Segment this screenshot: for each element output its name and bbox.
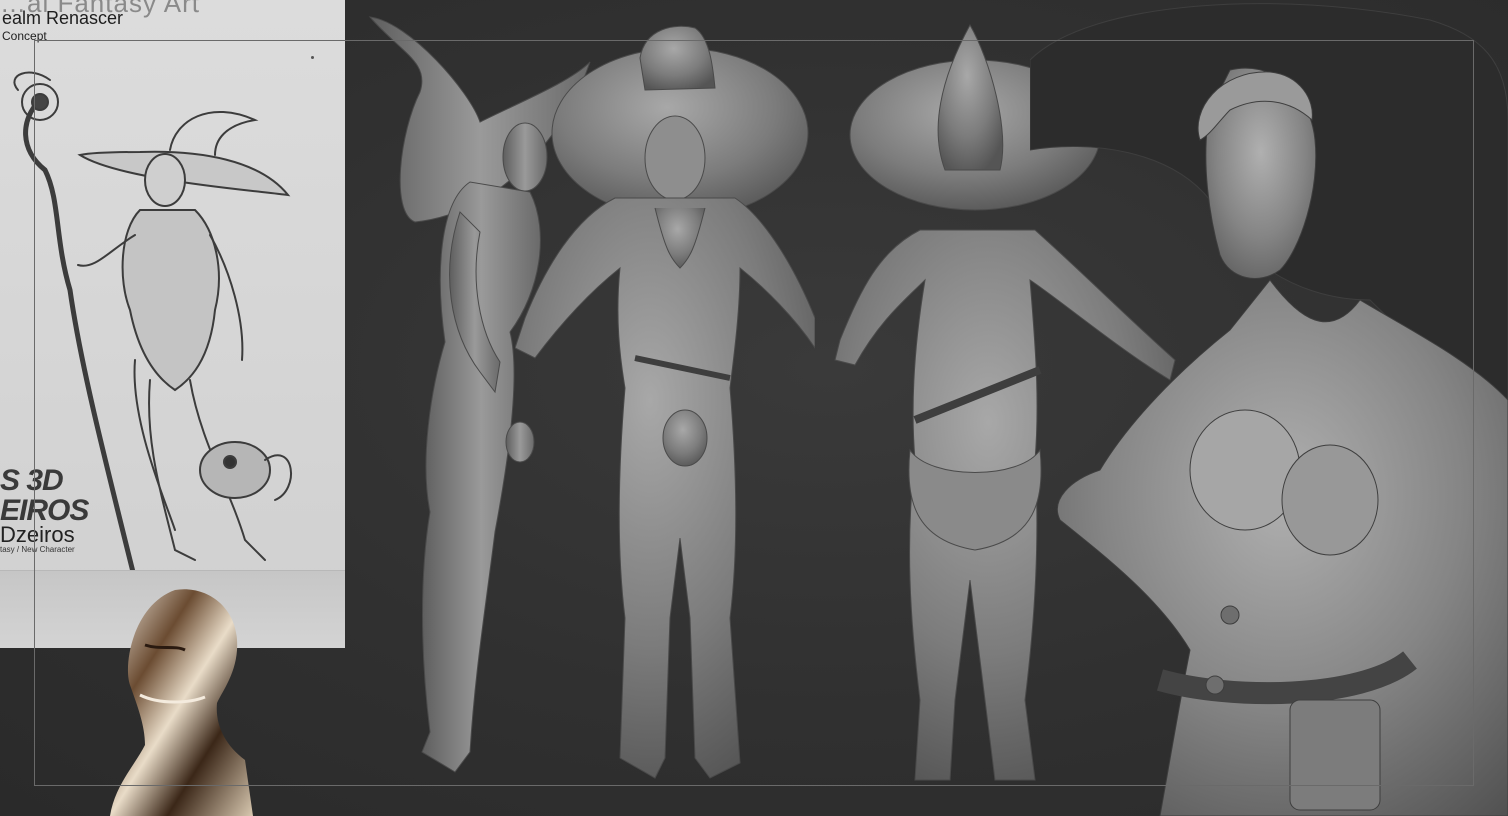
reference-subtitle: ealm Renascer xyxy=(2,8,124,28)
chrome-bust-model[interactable] xyxy=(105,585,255,816)
reference-logo: S 3D EIROS xyxy=(0,464,89,526)
reference-caption: Concept xyxy=(2,29,47,43)
sculpt-viewport[interactable]: …al Fantasy Art ealm Renascer Concept S … xyxy=(0,0,1508,816)
sculpt-front-view[interactable] xyxy=(515,18,815,783)
reference-image-panel: …al Fantasy Art ealm Renascer Concept S … xyxy=(0,0,345,648)
logo-line-1: S 3D xyxy=(0,464,64,497)
sculpt-closeup-view[interactable] xyxy=(1030,0,1508,816)
reference-dot xyxy=(311,56,314,59)
reference-tagline: tasy / New Character xyxy=(0,545,75,554)
